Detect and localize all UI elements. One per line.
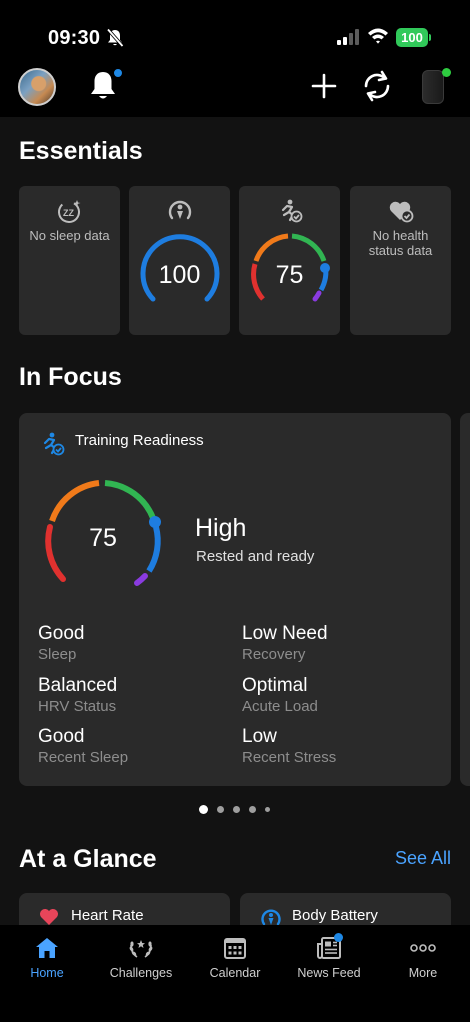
see-all-link[interactable]: See All (395, 848, 451, 869)
training-readiness-icon (277, 198, 303, 229)
sleep-card-text: No sleep data (29, 228, 110, 243)
next-focus-card[interactable] (460, 413, 470, 786)
tab-label: More (408, 966, 438, 980)
tab-label: News Feed (297, 966, 361, 980)
metric-value: Optimal (242, 675, 308, 696)
tab-label: Challenges (109, 966, 173, 980)
essentials-title: Essentials (19, 137, 143, 165)
heart-icon (39, 907, 59, 925)
notification-badge (113, 68, 123, 78)
body-battery-value: 100 (158, 261, 201, 289)
body-battery-icon (260, 907, 282, 925)
focus-card-value: 75 (89, 524, 117, 552)
in-focus-title: In Focus (19, 363, 122, 391)
metric-value: Low Need (242, 623, 328, 644)
sleep-card[interactable]: ZZ No sleep data (19, 186, 120, 335)
tab-more[interactable]: More (376, 925, 470, 995)
home-icon (34, 936, 60, 965)
metric-label: Recent Stress (242, 749, 337, 766)
training-readiness-focus-card[interactable]: Training Readiness 75 High Rested and re… (19, 413, 451, 786)
heart-rate-label: Heart Rate (71, 907, 144, 924)
metric-acute-load: Optimal Acute Load (242, 675, 318, 716)
body-battery-card[interactable]: 100 (129, 186, 230, 335)
metric-recent-sleep: Good Recent Sleep (38, 726, 128, 767)
svg-text:ZZ: ZZ (63, 208, 74, 218)
tab-challenges[interactable]: Challenges (94, 925, 188, 995)
metric-recovery: Low Need Recovery (242, 623, 328, 664)
device-connected-dot (442, 68, 451, 77)
metric-value: Good (38, 623, 85, 644)
battery-tip (429, 34, 431, 41)
tab-label: Home (30, 966, 64, 980)
body-battery-label: Body Battery (292, 907, 378, 924)
metric-label: Sleep (38, 646, 77, 663)
health-status-icon (388, 198, 414, 229)
metric-label: Recovery (242, 646, 306, 663)
more-dots-icon (409, 936, 437, 965)
wifi-icon (367, 27, 389, 50)
pager-dot[interactable] (265, 807, 270, 812)
pager-dot[interactable] (249, 806, 256, 813)
focus-card-title: Training Readiness (75, 432, 204, 449)
at-a-glance-title: At a Glance (19, 845, 157, 873)
metric-recent-stress: Low Recent Stress (242, 726, 336, 767)
metric-sleep: Good Sleep (38, 623, 84, 664)
sync-icon[interactable] (361, 69, 393, 108)
sleep-icon: ZZ (57, 198, 83, 229)
tab-label: Calendar (209, 966, 261, 980)
calendar-icon (223, 936, 247, 965)
focus-card-description: Rested and ready (196, 548, 315, 565)
battery-icon: 100 (396, 28, 428, 47)
heart-rate-card[interactable]: Heart Rate (19, 893, 230, 925)
tab-news-feed[interactable]: News Feed (282, 925, 376, 995)
body-battery-glance-card[interactable]: Body Battery (240, 893, 451, 925)
tab-calendar[interactable]: Calendar (188, 925, 282, 995)
training-readiness-card[interactable]: 75 (239, 186, 340, 335)
metric-label: HRV Status (38, 698, 117, 715)
metric-value: Good (38, 726, 85, 747)
focus-card-level: High (195, 514, 247, 542)
metric-value: Balanced (38, 675, 118, 696)
main-content[interactable]: Essentials ZZ No sleep data 100 75 No he… (0, 117, 470, 925)
tab-home[interactable]: Home (0, 925, 94, 995)
metric-value: Low (242, 726, 277, 747)
metric-label: Recent Sleep (38, 749, 129, 766)
health-status-card[interactable]: No health status data (350, 186, 451, 335)
pager-dot[interactable] (199, 805, 208, 814)
plus-icon[interactable] (311, 73, 337, 104)
news-feed-badge (334, 933, 343, 942)
status-time: 09:30 (48, 27, 101, 49)
bell-slash-icon (106, 28, 124, 53)
cellular-signal-icon (337, 29, 361, 50)
laurel-icon (128, 936, 154, 965)
avatar[interactable] (18, 68, 56, 106)
training-readiness-icon (39, 431, 65, 462)
carousel-pager[interactable] (199, 805, 270, 814)
body-battery-icon (167, 198, 193, 229)
health-status-card-text: No health status data (368, 228, 433, 258)
watch-device-icon[interactable] (422, 70, 444, 104)
status-bar: 09:30 100 (0, 0, 470, 62)
bottom-tab-bar: Home Challenges Calendar News Feed More (0, 925, 470, 1022)
metric-label: Acute Load (242, 698, 318, 715)
metric-hrv-status: Balanced HRV Status (38, 675, 117, 716)
training-readiness-value: 75 (275, 261, 304, 289)
pager-dot[interactable] (233, 806, 240, 813)
app-bar (0, 62, 470, 117)
pager-dot[interactable] (217, 806, 224, 813)
